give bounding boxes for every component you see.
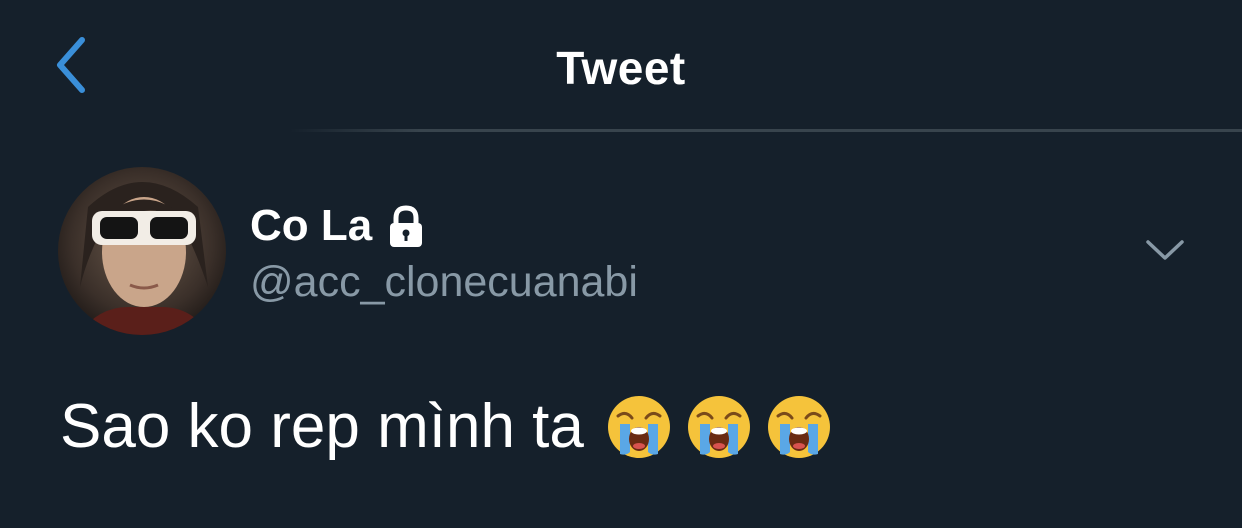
tweet-text: Sao ko rep mình ta <box>60 392 584 461</box>
top-bar: Tweet <box>0 0 1242 132</box>
chevron-down-icon <box>1146 240 1184 260</box>
display-name-row: Co La <box>250 198 426 254</box>
avatar[interactable] <box>58 167 226 335</box>
loudly-crying-face-emoji <box>607 396 670 458</box>
avatar-image <box>58 167 226 335</box>
tweet-body: Sao ko rep mình ta <box>60 392 832 462</box>
header-divider <box>0 129 1242 132</box>
tweet-author: Co La @acc_clonecuanabi <box>0 160 1242 350</box>
loudly-crying-face-emoji <box>687 396 750 458</box>
tweet-menu-button[interactable] <box>1140 230 1190 270</box>
loudly-crying-face-emoji <box>767 396 830 458</box>
page-title: Tweet <box>556 42 686 94</box>
lock-icon <box>390 205 423 247</box>
user-handle[interactable]: @acc_clonecuanabi <box>250 256 638 308</box>
display-name[interactable]: Co La <box>250 200 372 252</box>
